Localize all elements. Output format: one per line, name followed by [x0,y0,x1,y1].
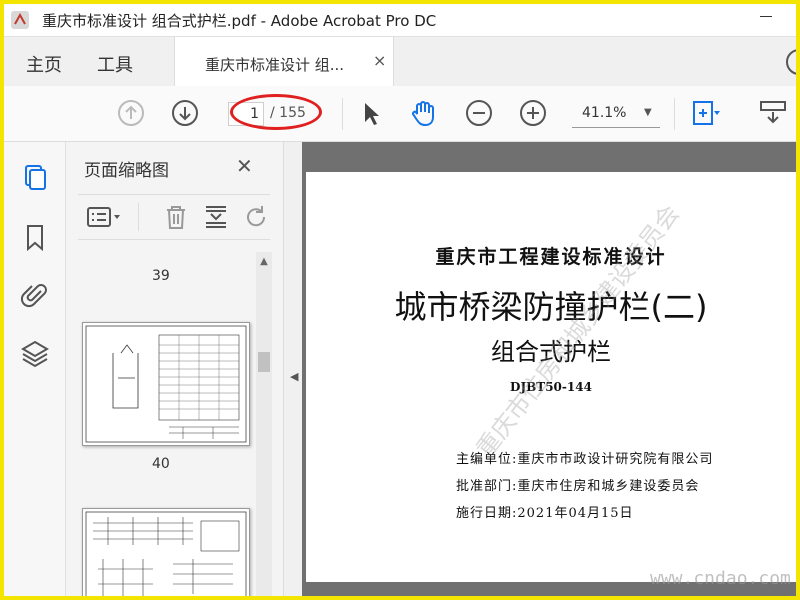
page-thumbnails-panel: 页面缩略图 ✕ 39 40 ▲ [66,142,284,596]
options-menu-icon[interactable] [86,203,122,231]
panel-toolbar-separator [138,203,139,231]
select-tool-icon[interactable] [356,98,386,128]
hand-tool-icon[interactable] [408,98,438,128]
thumbnail-page[interactable] [82,322,250,446]
close-tab-button[interactable]: × [373,51,386,70]
chevron-down-icon: ▼ [644,107,652,118]
document-date: 施行日期:2021年04月15日 [456,506,634,521]
thumbnail-scrollbar[interactable]: ▲ [256,252,272,596]
minimize-button[interactable] [760,16,772,17]
chevron-up-icon[interactable]: ▲ [256,256,272,270]
window-title: 重庆市标准设计 组合式护栏.pdf - Adobe Acrobat Pro DC [42,12,437,30]
annotation-oval [230,94,322,130]
previous-page-icon[interactable] [116,98,146,128]
delete-page-icon[interactable] [162,203,190,231]
zoom-select[interactable]: 41.1% ▼ [572,102,660,128]
tab-bar: 主页 工具 重庆市标准设计 组... × [4,36,796,87]
attachment-icon[interactable] [20,280,50,310]
fit-page-icon[interactable] [690,98,720,128]
app-logo-icon [11,11,29,29]
help-icon[interactable] [786,49,796,75]
document-approver: 批准部门:重庆市住房和城乡建设委员会 [456,479,700,494]
chevron-left-icon: ◀ [290,370,299,383]
toolbar-separator [674,98,675,130]
layers-icon[interactable] [20,338,50,368]
pdf-page: 重庆市工程建设标准设计 城市桥梁防撞护栏(二) 组合式护栏 DJBT50-144… [306,172,796,582]
thumbnail-label: 40 [152,456,170,472]
drawing-thumbnail [85,511,247,596]
navigation-rail [4,142,66,596]
document-title: 城市桥梁防撞护栏(二) [394,288,708,326]
document-tab-label: 重庆市标准设计 组... [205,56,345,74]
document-series: 重庆市工程建设标准设计 [435,246,667,268]
document-view[interactable]: 重庆市工程建设标准设计 城市桥梁防撞护栏(二) 组合式护栏 DJBT50-144… [302,142,796,596]
rotate-page-icon[interactable] [242,203,270,231]
acrobat-window: 重庆市标准设计 组合式护栏.pdf - Adobe Acrobat Pro DC… [4,4,796,596]
bookmark-icon[interactable] [20,222,50,252]
panel-toolbar [78,194,270,240]
toolbar-separator [342,98,343,130]
close-panel-button[interactable]: ✕ [236,154,253,178]
zoom-in-icon[interactable] [518,98,548,128]
page-watermark: 重庆市住房和城乡建设委员会 [470,199,685,463]
thumbnail-page[interactable] [82,508,250,596]
next-page-icon[interactable] [170,98,200,128]
scrollbar-thumb[interactable] [258,352,270,372]
drawing-thumbnail [85,325,247,443]
site-watermark: www.cndao.com [650,568,791,589]
thumbnail-list: 39 40 [66,252,272,596]
panel-title: 页面缩略图 [84,161,169,181]
page-thumbnails-icon[interactable] [20,162,50,192]
toolbar: / 155 41.1% ▼ [4,86,796,142]
tab-home[interactable]: 主页 [26,51,62,77]
title-bar: 重庆市标准设计 组合式护栏.pdf - Adobe Acrobat Pro DC [4,4,796,36]
keyboard-icon[interactable] [758,98,788,128]
thumbnail-label: 39 [152,268,170,284]
zoom-value: 41.1% [582,105,627,121]
zoom-out-icon[interactable] [464,98,494,128]
extract-page-icon[interactable] [202,203,230,231]
tab-document[interactable]: 重庆市标准设计 组... × [174,37,394,87]
tab-tools[interactable]: 工具 [97,51,133,77]
